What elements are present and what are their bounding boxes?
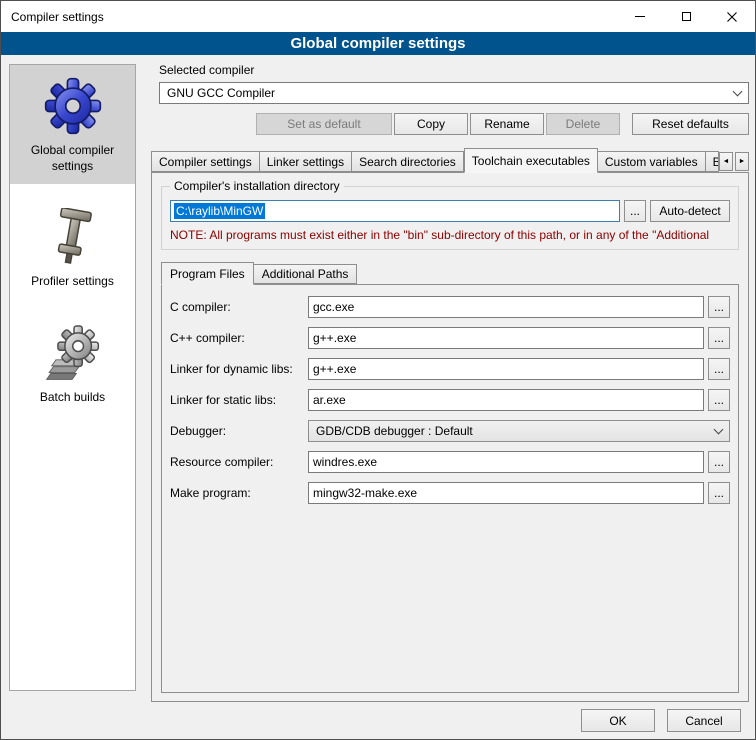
c-compiler-browse-button[interactable]: ... — [708, 296, 730, 318]
tab-toolchain-executables[interactable]: Toolchain executables — [464, 148, 598, 173]
compiler-button-row: Set as default Copy Rename Delete Reset … — [159, 113, 749, 135]
rename-button[interactable]: Rename — [470, 113, 544, 135]
field-row-cpp-compiler: C++ compiler: ... — [170, 327, 730, 349]
tab-scroll-left-icon[interactable]: ◄ — [719, 152, 733, 171]
static-linker-browse-button[interactable]: ... — [708, 389, 730, 411]
c-compiler-input[interactable] — [308, 296, 704, 318]
minimize-button[interactable] — [617, 1, 663, 32]
maximize-button[interactable] — [663, 1, 709, 32]
close-button[interactable] — [709, 1, 755, 32]
cancel-button[interactable]: Cancel — [667, 709, 741, 732]
cpp-compiler-browse-button[interactable]: ... — [708, 327, 730, 349]
install-dir-note: NOTE: All programs must exist either in … — [170, 228, 730, 242]
make-program-input[interactable] — [308, 482, 704, 504]
toolchain-executables-panel: Compiler's installation directory C:\ray… — [151, 172, 749, 702]
window-title: Compiler settings — [1, 10, 104, 24]
minimize-icon — [635, 16, 645, 17]
window-controls — [617, 1, 755, 32]
dynamic-linker-input[interactable] — [308, 358, 704, 380]
field-row-resource-compiler: Resource compiler: ... — [170, 451, 730, 473]
chevron-down-icon — [733, 87, 743, 97]
sidebar-item-label: Profiler settings — [31, 274, 114, 290]
auto-detect-button[interactable]: Auto-detect — [650, 200, 730, 222]
tab-custom-variables[interactable]: Custom variables — [598, 151, 706, 172]
field-label: C compiler: — [170, 300, 308, 314]
tab-scroll-right-icon[interactable]: ► — [735, 152, 749, 171]
tab-build-options[interactable]: Buil — [706, 151, 719, 172]
tab-scroll-controls: ◄ ► — [719, 152, 749, 172]
sidebar-item-label: Batch builds — [40, 390, 105, 406]
program-files-panel: C compiler: ... C++ compiler: ... Linker… — [161, 284, 739, 693]
maximize-icon — [682, 12, 691, 21]
tab-compiler-settings[interactable]: Compiler settings — [151, 151, 260, 172]
settings-tab-strip: Compiler settings Linker settings Search… — [151, 148, 749, 172]
tab-search-directories[interactable]: Search directories — [352, 151, 464, 172]
installation-directory-group: Compiler's installation directory C:\ray… — [161, 186, 739, 250]
sidebar-item-label: Global compiler settings — [13, 143, 132, 174]
delete-button[interactable]: Delete — [546, 113, 620, 135]
field-row-c-compiler: C compiler: ... — [170, 296, 730, 318]
main-panel: Selected compiler GNU GCC Compiler Set a… — [151, 63, 749, 702]
chevron-down-icon — [714, 425, 724, 435]
sidebar-item-profiler-settings[interactable]: Profiler settings — [10, 196, 135, 300]
selected-compiler-dropdown[interactable]: GNU GCC Compiler — [159, 82, 749, 104]
debugger-dropdown[interactable]: GDB/CDB debugger : Default — [308, 420, 730, 442]
set-as-default-button[interactable]: Set as default — [256, 113, 392, 135]
settings-category-list: Global compiler settings Profiler settin… — [9, 64, 136, 691]
install-dir-browse-button[interactable]: ... — [624, 200, 646, 222]
field-label: C++ compiler: — [170, 331, 308, 345]
installation-directory-row: C:\raylib\MinGW ... Auto-detect — [170, 200, 730, 222]
make-program-browse-button[interactable]: ... — [708, 482, 730, 504]
dynamic-linker-browse-button[interactable]: ... — [708, 358, 730, 380]
tab-linker-settings[interactable]: Linker settings — [260, 151, 352, 172]
cpp-compiler-input[interactable] — [308, 327, 704, 349]
resource-compiler-input[interactable] — [308, 451, 704, 473]
tab-program-files[interactable]: Program Files — [161, 262, 254, 285]
resource-compiler-browse-button[interactable]: ... — [708, 451, 730, 473]
field-row-debugger: Debugger: GDB/CDB debugger : Default — [170, 420, 730, 442]
installation-directory-group-title: Compiler's installation directory — [170, 179, 344, 193]
install-dir-selected-text: C:\raylib\MinGW — [174, 203, 265, 219]
ok-button[interactable]: OK — [581, 709, 655, 732]
field-label: Make program: — [170, 486, 308, 500]
static-linker-input[interactable] — [308, 389, 704, 411]
sidebar-item-global-compiler-settings[interactable]: Global compiler settings — [10, 65, 135, 184]
dialog-footer: OK Cancel — [581, 709, 741, 732]
tab-additional-paths[interactable]: Additional Paths — [254, 264, 358, 284]
program-tab-strip: Program Files Additional Paths — [161, 262, 739, 284]
field-row-make-program: Make program: ... — [170, 482, 730, 504]
batch-builds-icon — [44, 324, 102, 382]
title-bar[interactable]: Compiler settings — [1, 1, 755, 32]
gear-icon — [44, 77, 102, 135]
profiler-tool-icon — [48, 208, 98, 266]
selected-compiler-label: Selected compiler — [159, 63, 749, 77]
field-label: Resource compiler: — [170, 455, 308, 469]
sidebar-item-batch-builds[interactable]: Batch builds — [10, 312, 135, 416]
selected-compiler-value: GNU GCC Compiler — [167, 86, 734, 100]
field-label: Linker for static libs: — [170, 393, 308, 407]
field-row-static-linker: Linker for static libs: ... — [170, 389, 730, 411]
field-label: Linker for dynamic libs: — [170, 362, 308, 376]
close-icon — [727, 12, 737, 22]
field-label: Debugger: — [170, 424, 308, 438]
debugger-value: GDB/CDB debugger : Default — [316, 424, 715, 438]
install-dir-input[interactable]: C:\raylib\MinGW — [170, 200, 620, 222]
field-row-dynamic-linker: Linker for dynamic libs: ... — [170, 358, 730, 380]
page-title: Global compiler settings — [1, 32, 755, 55]
reset-defaults-button[interactable]: Reset defaults — [632, 113, 749, 135]
compiler-settings-dialog: Compiler settings Global compiler settin… — [0, 0, 756, 740]
copy-button[interactable]: Copy — [394, 113, 468, 135]
